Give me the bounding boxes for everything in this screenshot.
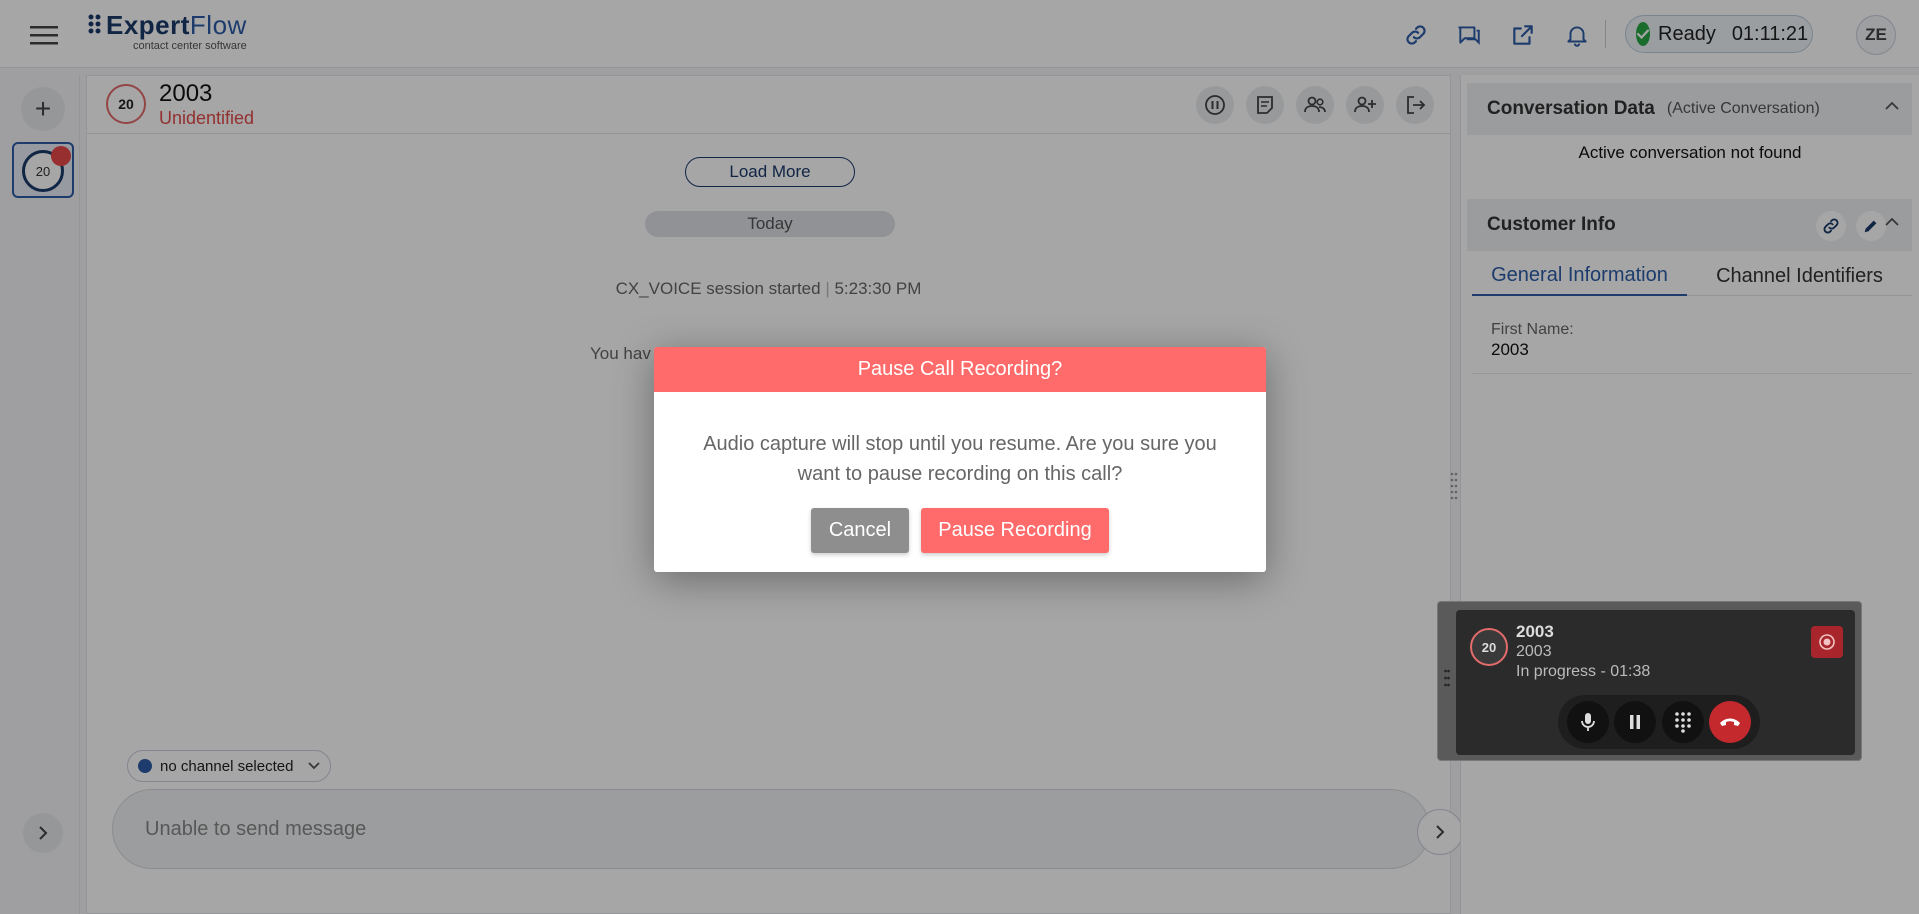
dialog-title: Pause Call Recording? (654, 347, 1266, 392)
end-call-icon (1720, 718, 1741, 726)
dialog-message: Audio capture will stop until you resume… (703, 433, 1217, 485)
drag-handle-icon[interactable] (1444, 668, 1450, 688)
pause-recording-dialog: Pause Call Recording? Audio capture will… (654, 347, 1266, 572)
record-icon (1819, 634, 1835, 650)
recording-button[interactable] (1811, 626, 1843, 658)
end-call-button[interactable] (1709, 701, 1752, 743)
call-card: 20 2003 2003 In progress - 01:38 (1456, 610, 1855, 755)
caller-avatar: 20 (1470, 628, 1508, 666)
hold-button[interactable] (1614, 701, 1657, 743)
call-widget: 20 2003 2003 In progress - 01:38 (1437, 601, 1862, 761)
mic-icon (1580, 713, 1595, 731)
caller-number: 2003 (1516, 643, 1552, 660)
dialpad-button[interactable] (1661, 701, 1704, 743)
call-controls (1558, 695, 1760, 749)
caller-name: 2003 (1516, 622, 1554, 641)
hold-icon (1630, 715, 1641, 729)
pause-recording-button[interactable]: Pause Recording (921, 508, 1109, 553)
call-status: In progress - 01:38 (1516, 663, 1651, 680)
mute-button[interactable] (1566, 701, 1609, 743)
dialpad-icon (1674, 712, 1691, 733)
cancel-button[interactable]: Cancel (811, 508, 909, 553)
